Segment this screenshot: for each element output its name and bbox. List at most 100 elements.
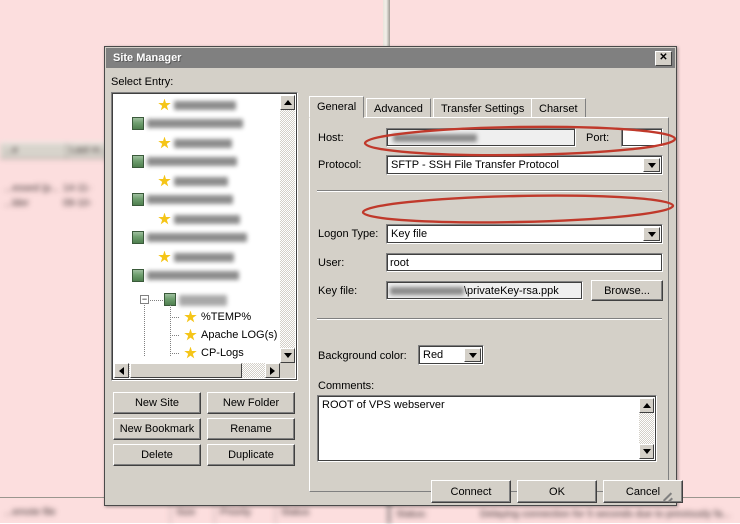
chevron-down-icon bbox=[283, 353, 292, 358]
comments-vertical-scrollbar[interactable] bbox=[639, 398, 654, 459]
scroll-right-button[interactable] bbox=[265, 363, 280, 378]
server-icon bbox=[132, 268, 144, 282]
tree-item-blurred[interactable] bbox=[158, 250, 234, 264]
tree-item-label bbox=[147, 194, 233, 204]
logon-type-select[interactable]: Key file bbox=[386, 224, 663, 244]
general-tab-panel: Host: Port: Protocol: SFTP - SSH File Tr… bbox=[309, 117, 669, 492]
tree-selected-node-label[interactable] bbox=[179, 295, 227, 306]
tab-transfer-settings[interactable]: Transfer Settings bbox=[433, 98, 533, 118]
delete-button[interactable]: Delete bbox=[113, 444, 201, 466]
file-row-date: 09-10- bbox=[63, 198, 92, 209]
background-color-value: Red bbox=[423, 349, 444, 361]
comments-value: ROOT of VPS webserver bbox=[322, 399, 445, 411]
rename-button[interactable]: Rename bbox=[207, 418, 295, 440]
select-entry-label: Select Entry: bbox=[111, 76, 174, 88]
close-icon[interactable]: ✕ bbox=[655, 50, 672, 66]
tree-connector bbox=[150, 300, 163, 301]
tree-vertical-scrollbar[interactable] bbox=[280, 95, 295, 363]
logon-type-label: Logon Type: bbox=[318, 228, 379, 240]
new-bookmark-button[interactable]: New Bookmark bbox=[113, 418, 201, 440]
scroll-down-button[interactable] bbox=[280, 348, 295, 363]
status-label: Status: bbox=[396, 509, 428, 520]
settings-tabs[interactable]: General Advanced Transfer Settings Chars… bbox=[309, 96, 669, 118]
tab-advanced[interactable]: Advanced bbox=[366, 98, 431, 118]
scroll-up-button[interactable] bbox=[639, 398, 654, 413]
keyfile-input[interactable]: \privateKey-rsa.ppk bbox=[386, 281, 583, 300]
tree-item-blurred[interactable] bbox=[158, 136, 232, 150]
background-color-select[interactable]: Red bbox=[418, 345, 484, 365]
tree-horizontal-scrollbar[interactable] bbox=[114, 363, 280, 378]
column-separator bbox=[66, 143, 67, 158]
chevron-down-icon[interactable] bbox=[643, 227, 660, 241]
file-column-name-header: ...e bbox=[4, 145, 18, 156]
star-icon bbox=[158, 212, 171, 225]
background-color-label: Background color: bbox=[318, 350, 407, 362]
chevron-left-icon bbox=[119, 366, 124, 375]
chevron-down-icon[interactable] bbox=[643, 158, 660, 172]
connect-button[interactable]: Connect bbox=[431, 480, 511, 503]
chevron-right-icon bbox=[270, 366, 275, 375]
protocol-select[interactable]: SFTP - SSH File Transfer Protocol bbox=[386, 155, 663, 175]
queue-column-priority: Priority bbox=[220, 507, 252, 518]
tree-item-label: %TEMP% bbox=[201, 311, 252, 323]
chevron-up-icon bbox=[283, 100, 292, 105]
star-icon bbox=[184, 346, 197, 359]
chevron-down-icon[interactable] bbox=[464, 348, 481, 362]
comments-textarea[interactable]: ROOT of VPS webserver bbox=[317, 395, 657, 462]
port-input[interactable] bbox=[621, 128, 663, 147]
star-icon bbox=[158, 136, 171, 149]
star-icon bbox=[184, 310, 197, 323]
dialog-titlebar[interactable]: Site Manager ✕ bbox=[106, 48, 675, 68]
tree-connector bbox=[144, 305, 145, 357]
tree-item-apache-logs[interactable]: Apache LOG(s) bbox=[170, 327, 277, 343]
tree-connector bbox=[170, 352, 180, 354]
tree-item-blurred[interactable] bbox=[132, 192, 233, 206]
section-divider bbox=[317, 318, 662, 320]
tree-item-label bbox=[147, 232, 247, 242]
tree-item-blurred[interactable] bbox=[132, 154, 237, 168]
duplicate-button[interactable]: Duplicate bbox=[207, 444, 295, 466]
tree-item-label bbox=[147, 118, 243, 128]
comments-label: Comments: bbox=[318, 380, 375, 392]
tab-general[interactable]: General bbox=[309, 96, 365, 118]
host-label: Host: bbox=[318, 132, 344, 144]
scroll-down-button[interactable] bbox=[639, 444, 654, 459]
port-label: Port: bbox=[586, 132, 610, 144]
tab-charset[interactable]: Charset bbox=[531, 98, 586, 118]
tree-item-blurred[interactable] bbox=[132, 268, 239, 282]
resize-grip[interactable] bbox=[660, 490, 673, 503]
new-folder-button[interactable]: New Folder bbox=[207, 392, 295, 414]
keyfile-label: Key file: bbox=[318, 285, 358, 297]
scroll-up-button[interactable] bbox=[280, 95, 295, 110]
tree-item-blurred[interactable] bbox=[158, 212, 240, 226]
star-icon bbox=[158, 250, 171, 263]
tree-item-blurred[interactable] bbox=[132, 116, 243, 130]
site-tree[interactable]: − %TEMP% Apache LOG(s) CP-Logs bbox=[111, 92, 298, 381]
server-icon bbox=[132, 230, 144, 244]
protocol-label: Protocol: bbox=[318, 159, 362, 171]
tree-item-blurred[interactable] bbox=[158, 174, 228, 188]
star-icon bbox=[158, 174, 171, 187]
scroll-left-button[interactable] bbox=[114, 363, 129, 378]
horizontal-scroll-thumb[interactable] bbox=[130, 363, 242, 378]
file-row-name: ...essed (p... bbox=[4, 183, 60, 194]
server-icon bbox=[132, 154, 144, 168]
server-icon bbox=[132, 192, 144, 206]
tree-item-blurred[interactable] bbox=[158, 98, 236, 112]
user-input[interactable]: root bbox=[386, 253, 663, 272]
new-site-button[interactable]: New Site bbox=[113, 392, 201, 414]
logon-type-value: Key file bbox=[391, 228, 428, 240]
tree-expander-toggle[interactable]: − bbox=[140, 295, 149, 304]
browse-button[interactable]: Browse... bbox=[591, 280, 663, 301]
tree-item-temp[interactable]: %TEMP% bbox=[170, 309, 251, 325]
server-icon bbox=[132, 116, 144, 130]
keyfile-value: \privateKey-rsa.ppk bbox=[464, 284, 559, 297]
host-value bbox=[393, 133, 477, 142]
tree-item-blurred[interactable] bbox=[132, 230, 247, 244]
ok-button[interactable]: OK bbox=[517, 480, 597, 503]
host-input[interactable] bbox=[386, 128, 576, 147]
tree-item-label bbox=[174, 100, 236, 110]
tree-item-cp-logs[interactable]: CP-Logs bbox=[170, 345, 244, 361]
tree-item-label bbox=[147, 270, 239, 280]
site-tree-content[interactable]: − %TEMP% Apache LOG(s) CP-Logs bbox=[114, 95, 281, 364]
